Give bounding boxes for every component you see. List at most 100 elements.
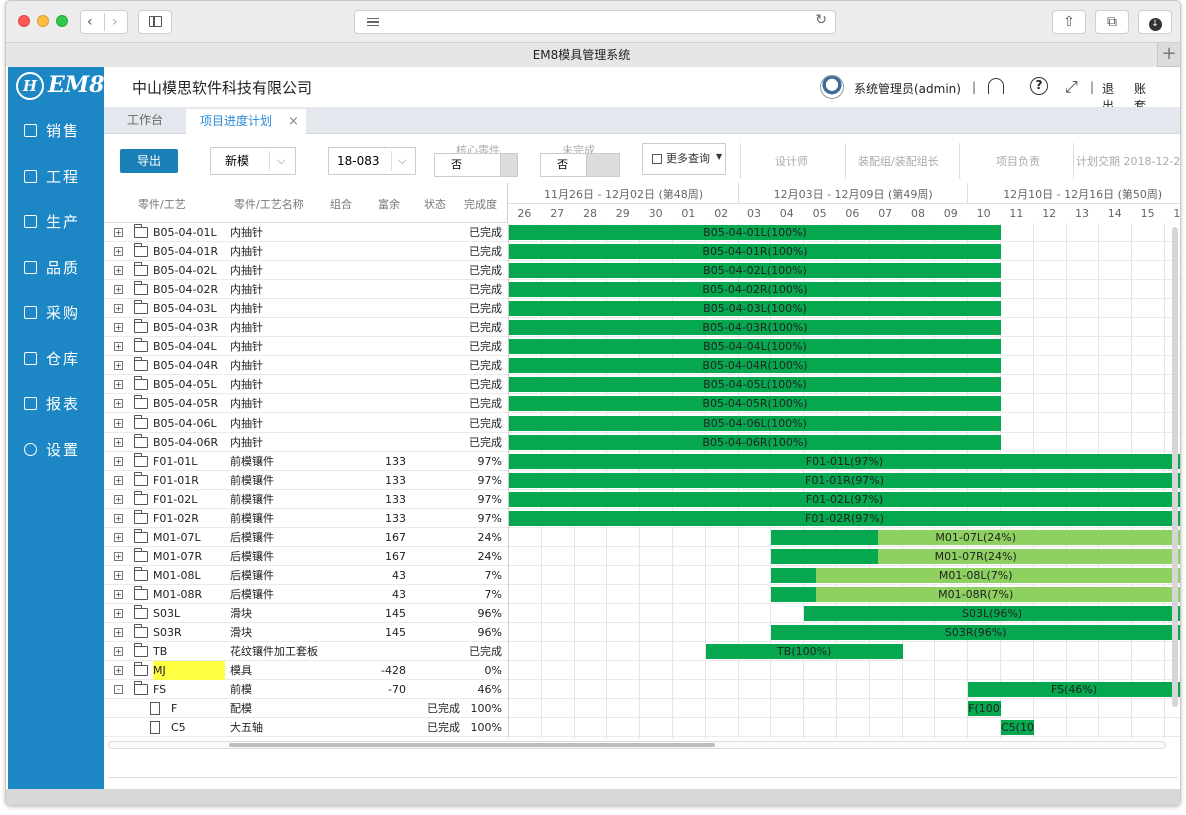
designer-field[interactable]: 设计师 <box>740 143 846 179</box>
expand-icon[interactable]: + <box>114 513 123 523</box>
table-row[interactable]: C5大五轴已完成100%C5(100%) <box>104 718 1180 738</box>
expand-icon[interactable]: + <box>114 266 123 276</box>
sidebar-item-6[interactable]: 报表 <box>8 384 104 424</box>
browser-tab[interactable]: EM8模具管理系统 <box>6 43 1158 67</box>
gantt-bar[interactable]: B05-04-03R(100%) <box>509 320 1001 336</box>
export-button[interactable]: 导出 <box>120 149 178 173</box>
expand-icon[interactable]: + <box>114 647 123 657</box>
close-window-icon[interactable] <box>18 15 30 27</box>
collapse-icon[interactable]: - <box>114 685 123 695</box>
tabs-overview-icon[interactable]: ⧉ <box>1095 10 1129 34</box>
fullscreen-icon[interactable]: ⤢ <box>1065 77 1078 97</box>
tab-project-schedule[interactable]: 项目进度计划 × <box>186 107 306 134</box>
gantt-bar[interactable]: F01-02L(97%) <box>509 491 1180 507</box>
avatar[interactable] <box>820 75 844 99</box>
gantt-bar[interactable]: F(100%) <box>968 701 1001 717</box>
table-row[interactable]: F配模已完成100%F(100%) <box>104 699 1180 719</box>
gantt-bar[interactable]: TB(100%) <box>705 644 903 660</box>
table-row[interactable]: + F01-02L 前模镶件 133 97% F01-02L(97%) <box>104 489 1180 509</box>
gantt-bar[interactable]: M01-07R(24%) <box>771 548 1180 564</box>
expand-icon[interactable]: + <box>114 342 123 352</box>
expand-icon[interactable]: + <box>114 589 123 599</box>
gantt-bar[interactable]: B05-04-05R(100%) <box>509 396 1001 412</box>
table-row[interactable]: - FS 前模 -70 46% FS(46%) <box>104 680 1180 700</box>
core-part-toggle[interactable]: 否 <box>434 153 518 177</box>
gantt-bar[interactable]: B05-04-01L(100%) <box>509 225 1001 240</box>
table-row[interactable]: + B05-04-04L 内抽针 已完成 B05-04-04L(100%) <box>104 337 1180 357</box>
expand-icon[interactable]: + <box>114 456 123 466</box>
back-forward-buttons[interactable]: ‹ › <box>80 10 128 34</box>
gantt-bar[interactable]: M01-08R(7%) <box>771 586 1180 602</box>
new-tab-button[interactable]: + <box>1160 43 1178 67</box>
expand-icon[interactable]: + <box>114 551 123 561</box>
gantt-bar[interactable]: B05-04-06L(100%) <box>509 415 1001 431</box>
sidebar-item-5[interactable]: 仓库 <box>8 339 104 379</box>
gantt-bar[interactable]: B05-04-04R(100%) <box>509 358 1001 374</box>
horizontal-scrollbar[interactable] <box>108 741 1166 749</box>
expand-icon[interactable]: + <box>114 361 123 371</box>
table-row[interactable]: + B05-04-06L 内抽针 已完成 B05-04-06L(100%) <box>104 413 1180 433</box>
gantt-bar[interactable]: B05-04-03L(100%) <box>509 301 1001 317</box>
expand-icon[interactable]: + <box>114 494 123 504</box>
expand-icon[interactable]: + <box>114 628 123 638</box>
close-tab-icon[interactable]: × <box>288 108 299 135</box>
help-icon[interactable]: ? <box>1030 77 1048 95</box>
gantt-bar[interactable]: FS(46%) <box>968 682 1180 698</box>
gantt-bar[interactable]: F01-02R(97%) <box>509 510 1180 526</box>
sidebar-toggle-icon[interactable] <box>138 10 172 34</box>
share-icon[interactable]: ⇧ <box>1052 10 1086 34</box>
table-row[interactable]: + F01-02R 前模镶件 133 97% F01-02R(97%) <box>104 508 1180 528</box>
gantt-bar[interactable]: S03R(96%) <box>771 625 1180 641</box>
headset-icon[interactable] <box>988 78 1004 94</box>
minimize-window-icon[interactable] <box>37 15 49 27</box>
table-row[interactable]: + B05-04-04R 内抽针 已完成 B05-04-04R(100%) <box>104 356 1180 376</box>
table-row[interactable]: + M01-07L 后模镶件 167 24% M01-07L(24%) <box>104 527 1180 547</box>
expand-icon[interactable]: + <box>114 666 123 676</box>
gantt-bar[interactable]: M01-07L(24%) <box>771 529 1180 545</box>
expand-icon[interactable]: + <box>114 380 123 390</box>
page-scrollbar[interactable] <box>108 777 1178 785</box>
reload-icon[interactable]: ↻ <box>815 12 827 28</box>
gantt-bar[interactable]: F01-01R(97%) <box>509 472 1180 488</box>
scrollbar-thumb[interactable] <box>229 743 715 747</box>
gantt-bar[interactable]: B05-04-04L(100%) <box>509 339 1001 355</box>
gantt-bar[interactable]: B05-04-06R(100%) <box>509 434 1001 450</box>
address-bar[interactable]: ↻ <box>354 10 836 34</box>
table-row[interactable]: + TB 花纹镶件加工套板 已完成 TB(100%) <box>104 642 1180 662</box>
table-row[interactable]: + B05-04-01R 内抽针 已完成 B05-04-01R(100%) <box>104 242 1180 262</box>
table-row[interactable]: + B05-04-05R 内抽针 已完成 B05-04-05R(100%) <box>104 394 1180 414</box>
gantt-bar[interactable]: B05-04-01R(100%) <box>509 244 1001 260</box>
sidebar-item-2[interactable]: 生产 <box>8 202 104 242</box>
table-row[interactable]: + B05-04-02R 内抽针 已完成 B05-04-02R(100%) <box>104 280 1180 300</box>
table-row[interactable]: + F01-01L 前模镶件 133 97% F01-01L(97%) <box>104 451 1180 471</box>
table-row[interactable]: + M01-08R 后模镶件 43 7% M01-08R(7%) <box>104 584 1180 604</box>
assembly-group-field[interactable]: 装配组/装配组长 <box>846 143 960 179</box>
table-row[interactable]: + M01-08L 后模镶件 43 7% M01-08L(7%) <box>104 565 1180 585</box>
expand-icon[interactable]: + <box>114 418 123 428</box>
gantt-bar[interactable]: F01-01L(97%) <box>509 453 1180 469</box>
table-row[interactable]: + B05-04-03L 内抽针 已完成 B05-04-03L(100%) <box>104 299 1180 319</box>
table-row[interactable]: + B05-04-06R 内抽针 已完成 B05-04-06R(100%) <box>104 432 1180 452</box>
sidebar-item-1[interactable]: 工程 <box>8 157 104 197</box>
table-row[interactable]: + B05-04-03R 内抽针 已完成 B05-04-03R(100%) <box>104 318 1180 338</box>
expand-icon[interactable]: + <box>114 304 123 314</box>
expand-icon[interactable]: + <box>114 323 123 333</box>
table-row[interactable]: + F01-01R 前模镶件 133 97% F01-01R(97%) <box>104 470 1180 490</box>
sidebar-item-7[interactable]: 设置 <box>8 430 104 470</box>
table-row[interactable]: + B05-04-02L 内抽针 已完成 B05-04-02L(100%) <box>104 261 1180 281</box>
plan-delivery-field[interactable]: 计划交期 2018-12-25 <box>1074 143 1180 179</box>
expand-icon[interactable]: + <box>114 532 123 542</box>
sidebar-item-0[interactable]: 销售 <box>8 111 104 151</box>
gantt-bar[interactable]: C5(100%) <box>1001 720 1034 736</box>
mold-type-select[interactable]: 新模 ⌵ <box>210 147 296 175</box>
gantt-bar[interactable]: S03L(96%) <box>804 606 1180 621</box>
sidebar-item-4[interactable]: 采购 <box>8 293 104 333</box>
table-row[interactable]: + B05-04-05L 内抽针 已完成 B05-04-05L(100%) <box>104 375 1180 395</box>
forward-icon[interactable]: › <box>112 11 118 33</box>
expand-icon[interactable]: + <box>114 437 123 447</box>
vertical-scrollbar[interactable] <box>1172 227 1178 707</box>
user-name[interactable]: 系统管理员(admin) <box>854 80 961 97</box>
unfinished-toggle[interactable]: 否 <box>540 153 620 177</box>
tab-workbench[interactable]: 工作台 <box>104 107 186 134</box>
table-row[interactable]: + S03L 滑块 145 96% S03L(96%) <box>104 604 1180 623</box>
